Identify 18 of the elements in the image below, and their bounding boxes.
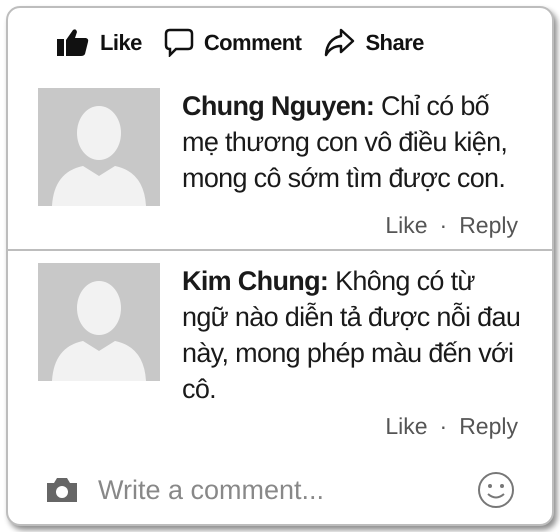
separator-dot: · [440,412,448,440]
share-arrow-icon [323,27,356,57]
reply-link[interactable]: Reply [459,408,518,443]
comment-input[interactable]: Write a comment... [98,470,458,510]
thumbs-up-icon [56,27,90,57]
share-button[interactable]: Share [323,26,424,58]
separator-dot: · [440,211,448,240]
reply-link[interactable]: Reply [459,208,518,242]
like-link[interactable]: Like [385,408,428,443]
like-button[interactable]: Like [56,26,142,58]
comment-text: Kim Chung: Không có từ ngữ nào diễn tả được nỗi đau này, mong phép màu đến với cô. [182,264,522,406]
speech-bubble-icon [164,27,194,57]
smiley-icon [476,470,516,510]
like-link[interactable]: Like [385,208,428,242]
comment-button[interactable]: Comment [164,26,302,58]
avatar-silhouette-icon [38,262,160,380]
comment-text: Chung Nguyen: Chỉ có bố mẹ thương con vô điều kiện, mong cô sớm tìm được con. [182,90,508,195]
avatar-silhouette-icon [38,88,160,206]
